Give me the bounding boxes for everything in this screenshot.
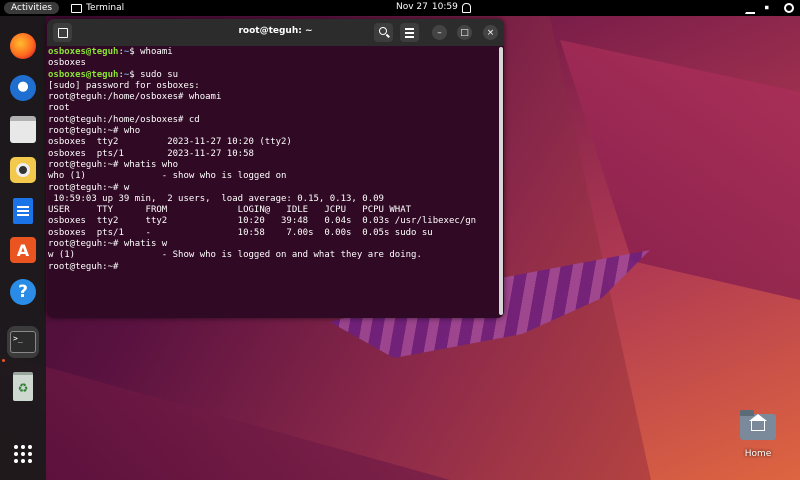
hamburger-icon [405, 28, 414, 30]
dock-item-files[interactable] [7, 113, 39, 145]
terminal-line: osboxes tty2 tty2 10:20 39:48 0.04s 0.03… [48, 216, 477, 227]
volume-icon [765, 3, 774, 12]
terminal-line: root@teguh:~# who [48, 126, 141, 137]
date-label: Nov 27 [396, 2, 428, 12]
command-text: sudo su [140, 69, 179, 80]
menu-button[interactable] [400, 23, 419, 42]
dock: A ? >_ ♻ [0, 16, 46, 480]
terminal-line: root@teguh:/home/osboxes# cd [48, 114, 200, 125]
terminal-line: osboxes pts/1 2023-11-27 10:58 [48, 148, 254, 159]
prompt-user: osboxes@teguh [48, 69, 119, 80]
command-text: whoami [140, 47, 173, 57]
terminal-line: [sudo] password for osboxes: [48, 80, 200, 91]
close-button[interactable]: × [483, 25, 498, 40]
maximize-button[interactable]: □ [457, 25, 472, 40]
terminal-icon: >_ [10, 331, 36, 353]
terminal-line: root [48, 103, 70, 114]
dock-item-software[interactable]: A [7, 234, 39, 266]
terminal-line: w (1) - Show who is logged on and what t… [48, 250, 422, 261]
terminal-line: osboxes [48, 58, 86, 69]
help-icon: ? [10, 279, 36, 305]
terminal-line: 10:59:03 up 39 min, 2 users, load averag… [48, 193, 384, 204]
rhythmbox-icon [10, 157, 36, 183]
top-bar: Activities Terminal Nov 27 10:59 [0, 0, 800, 16]
dock-item-firefox[interactable] [7, 30, 39, 62]
terminal-line: root@teguh:/home/osboxes# whoami [48, 92, 222, 103]
firefox-icon [10, 33, 36, 59]
minimize-button[interactable]: – [432, 25, 447, 40]
terminal-output[interactable]: osboxes@teguh:~$ whoami osboxes osboxes@te… [47, 46, 504, 318]
system-tray[interactable] [745, 3, 794, 14]
app-menu[interactable]: Terminal [71, 3, 124, 13]
terminal-titlebar[interactable]: root@teguh: ~ – □ × [47, 19, 504, 46]
dock-item-help[interactable]: ? [7, 276, 39, 308]
activities-button[interactable]: Activities [4, 2, 60, 14]
files-icon [10, 115, 36, 143]
terminal-line: osboxes pts/1 - 10:58 7.00s 0.00s 0.05s … [48, 227, 433, 238]
scrollbar[interactable] [499, 47, 503, 315]
app-name: Terminal [86, 3, 125, 13]
terminal-line: who (1) - show who is logged on [48, 171, 287, 182]
network-icon [745, 3, 755, 14]
terminal-icon [71, 3, 83, 13]
terminal-line: osboxes tty2 2023-11-27 10:20 (tty2) [48, 137, 292, 148]
trash-icon: ♻ [13, 371, 33, 401]
show-apps-icon [14, 445, 32, 463]
clock[interactable]: Nov 27 10:59 [396, 2, 458, 12]
terminal-line: root@teguh:~# whatis who [48, 159, 179, 170]
search-button[interactable] [374, 23, 393, 42]
terminal-line: root@teguh:~# w [48, 182, 130, 193]
notification-bell-icon [462, 3, 471, 13]
terminal-line: USER TTY FROM LOGIN@ IDLE JCPU PCPU WHAT [48, 205, 412, 216]
terminal-line: osboxes@teguh:~$ sudo su [48, 69, 179, 80]
terminal-line: root@teguh:~# [48, 261, 124, 272]
software-store-icon: A [10, 237, 36, 263]
running-indicator [2, 359, 5, 362]
terminal-line: osboxes@teguh:~$ whoami [48, 47, 173, 57]
dock-item-thunderbird[interactable] [7, 72, 39, 104]
dock-item-writer[interactable] [7, 195, 39, 227]
home-folder-label[interactable]: Home [730, 449, 786, 459]
thunderbird-icon [10, 75, 36, 101]
dock-item-rhythmbox[interactable] [7, 154, 39, 186]
time-label: 10:59 [431, 2, 458, 12]
dock-item-trash[interactable]: ♻ [7, 370, 39, 402]
show-apps-button[interactable] [7, 438, 39, 470]
home-folder-icon[interactable] [740, 410, 776, 440]
terminal-window: root@teguh: ~ – □ × osboxes@teguh:~$ who… [47, 19, 504, 318]
power-icon [784, 3, 794, 13]
dock-item-terminal[interactable]: >_ [7, 326, 39, 358]
terminal-line: root@teguh:~# whatis w [48, 239, 168, 250]
libreoffice-writer-icon [13, 198, 33, 224]
prompt-user: osboxes@teguh [48, 47, 119, 57]
